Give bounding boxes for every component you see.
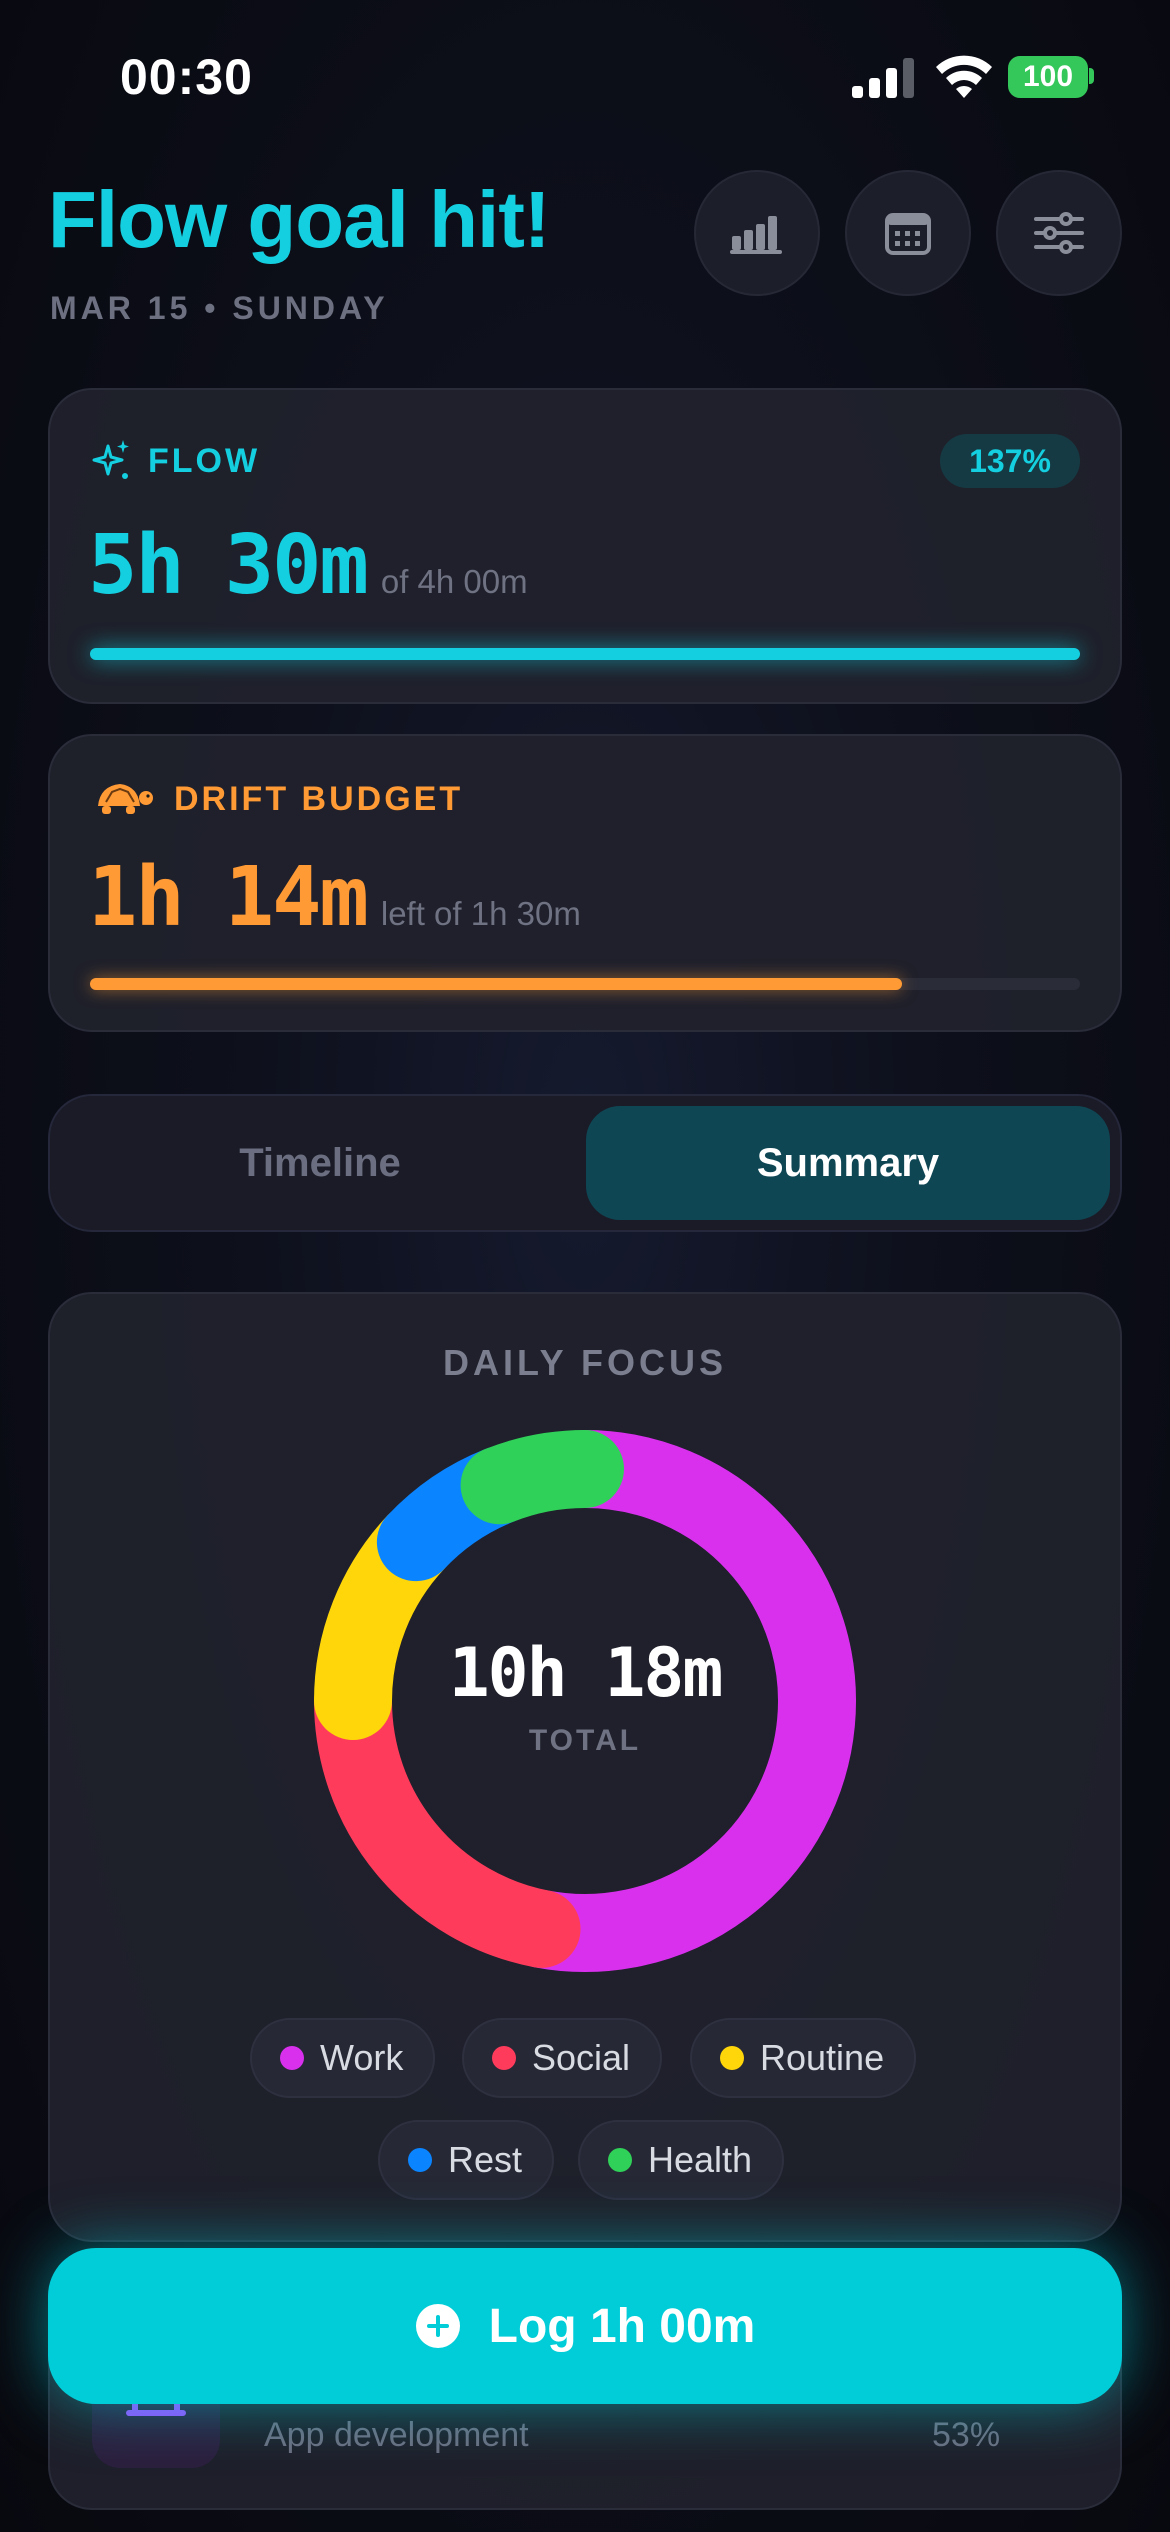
legend-dot-health	[608, 2148, 632, 2172]
drift-progress-fill	[90, 978, 902, 990]
legend-label-rest: Rest	[448, 2139, 523, 2180]
log-time-button[interactable]: Log 1h 00m	[48, 2248, 1122, 2404]
plus-circle-icon	[415, 2304, 460, 2348]
view-segmented-control: Timeline Summary	[48, 1094, 1122, 1232]
sparkle-icon	[92, 440, 129, 479]
legend-label-work: Work	[320, 2037, 404, 2078]
drift-budget-text: left of 1h 30m	[380, 895, 581, 932]
cellular-signal-icon	[852, 58, 914, 98]
legend-dot-work	[280, 2046, 304, 2070]
page-title: Flow goal hit!	[48, 175, 550, 264]
drift-value: 1h 14m left of 1h 30m	[88, 850, 581, 945]
wifi-icon	[936, 55, 992, 98]
activity-percent: 53%	[932, 2416, 1001, 2454]
tab-timeline[interactable]: Timeline	[60, 1106, 580, 1220]
drift-minutes: 14m	[224, 850, 369, 945]
bar-chart-icon	[730, 216, 782, 254]
donut-slice-health	[460, 1430, 624, 1525]
legend-label-health: Health	[648, 2139, 753, 2180]
sliders-icon	[1034, 212, 1084, 254]
daily-focus-title: DAILY FOCUS	[442, 1342, 728, 1383]
legend-chip-social[interactable]: Social	[462, 2018, 663, 2098]
flow-progress-track	[90, 648, 1080, 660]
legend-label-social: Social	[532, 2037, 631, 2078]
status-time: 00:30	[120, 49, 253, 105]
legend-chip-routine[interactable]: Routine	[690, 2018, 917, 2098]
drift-progress-track	[90, 978, 1080, 990]
calendar-icon	[885, 213, 931, 255]
date-subtitle: MAR 15 • SUNDAY	[50, 290, 389, 326]
flow-progress-fill	[90, 648, 1080, 660]
activity-subtitle: App development	[264, 2416, 529, 2454]
drift-hours: 1h	[88, 850, 185, 945]
battery-indicator: 100	[1008, 56, 1088, 98]
legend-chip-rest[interactable]: Rest	[378, 2120, 555, 2200]
donut-total-label: TOTAL	[528, 1724, 642, 1757]
settings-button[interactable]	[996, 170, 1122, 296]
flow-hours: 5h	[88, 518, 185, 613]
tab-summary[interactable]: Summary	[586, 1106, 1110, 1220]
flow-goal-text: of 4h 00m	[380, 563, 528, 600]
flow-minutes: 30m	[224, 518, 369, 613]
legend-label-routine: Routine	[760, 2037, 885, 2078]
turtle-icon	[98, 784, 153, 814]
flow-value: 5h 30m of 4h 00m	[88, 518, 528, 613]
legend-chip-health[interactable]: Health	[578, 2120, 785, 2200]
legend-dot-social	[492, 2046, 516, 2070]
stats-button[interactable]	[694, 170, 820, 296]
flow-percent-badge: 137%	[940, 434, 1080, 488]
legend-dot-routine	[720, 2046, 744, 2070]
legend-dot-rest	[408, 2148, 432, 2172]
log-time-label: Log 1h 00m	[488, 2299, 756, 2353]
battery-tip	[1089, 68, 1094, 84]
drift-label: DRIFT BUDGET	[174, 780, 464, 818]
flow-label: FLOW	[148, 442, 261, 480]
legend-chip-work[interactable]: Work	[250, 2018, 436, 2098]
donut-total-value: 10h 18m	[448, 1634, 724, 1713]
calendar-button[interactable]	[845, 170, 971, 296]
